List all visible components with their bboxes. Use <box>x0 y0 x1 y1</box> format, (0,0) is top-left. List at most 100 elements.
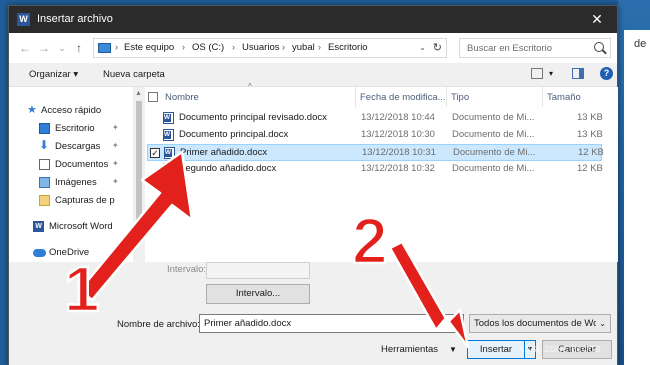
sidebar-item-quick-access[interactable]: ★ Acceso rápido <box>9 102 129 120</box>
navigation-pane: ★ Acceso rápido Escritorio ✦ ⬇ Descargas… <box>9 87 133 262</box>
search-placeholder: Buscar en Escritorio <box>467 43 553 54</box>
file-size: 13 KB <box>577 112 603 123</box>
file-type: Documento de Mi... <box>452 129 535 140</box>
refresh-icon[interactable]: ↻ <box>433 41 442 54</box>
column-divider[interactable] <box>542 87 543 107</box>
sidebar-item-label: Microsoft Word <box>49 221 113 232</box>
breadcrumb-this-pc[interactable]: Este equipo <box>124 42 174 53</box>
breadcrumb-separator: › <box>182 42 185 52</box>
star-icon: ★ <box>27 104 37 116</box>
file-row[interactable]: Documento principal.docx 13/12/2018 10:3… <box>147 127 603 144</box>
word-document-icon <box>163 129 174 141</box>
file-date: 13/12/2018 10:44 <box>361 112 435 123</box>
tools-button[interactable]: Herramientas <box>381 344 438 355</box>
breadcrumb-desktop[interactable]: Escritorio <box>328 42 368 53</box>
folder-icon <box>39 195 50 206</box>
pin-icon: ✦ <box>112 177 119 186</box>
column-size[interactable]: Tamaño <box>547 92 581 103</box>
column-type[interactable]: Tipo <box>451 92 469 103</box>
tools-dropdown-icon[interactable]: ▼ <box>449 345 457 354</box>
breadcrumb-users[interactable]: Usuarios <box>242 42 280 53</box>
back-arrow-icon[interactable]: ← <box>18 41 32 55</box>
watermark: ADSL ZONE BLOGS <box>519 345 602 354</box>
organize-button[interactable]: Organizar ▾ <box>29 69 78 80</box>
file-type-filter[interactable]: Todos los documentos de Word ⌄ <box>469 314 611 333</box>
dialog-footer: Intervalo: Intervalo... Nombre de archiv… <box>9 262 617 365</box>
row-checkbox[interactable]: ✓ <box>150 148 160 158</box>
step-number-1: 1 <box>63 252 101 327</box>
pin-icon: ✦ <box>112 141 119 150</box>
scroll-up-icon[interactable]: ▲ <box>135 90 142 97</box>
file-name: Segundo añadido.docx <box>179 163 277 174</box>
command-bar: Organizar ▾ Nueva carpeta ▾ ? <box>9 63 617 87</box>
recent-locations-dropdown-icon[interactable]: ⌄ <box>55 41 69 55</box>
address-dropdown-icon[interactable]: ⌄ <box>419 43 426 52</box>
file-row-selected[interactable]: ✓ Primer añadido.docx 13/12/2018 10:31 D… <box>147 144 604 161</box>
sidebar-scrollbar[interactable]: ▲ <box>133 87 145 262</box>
onedrive-icon <box>33 249 46 257</box>
up-arrow-icon[interactable]: ↑ <box>72 41 86 55</box>
column-date[interactable]: Fecha de modifica... <box>360 92 446 103</box>
sidebar-item-label: Escritorio <box>55 123 95 134</box>
close-icon[interactable]: ✕ <box>577 6 617 33</box>
breadcrumb-separator: › <box>232 42 235 52</box>
column-divider[interactable] <box>446 87 447 107</box>
file-name: Primer añadido.docx <box>180 147 268 158</box>
navigation-bar: ← → ⌄ ↑ › Este equipo › OS (C:) › Usuari… <box>9 33 617 63</box>
sidebar-item-microsoft-word[interactable]: W Microsoft Word <box>9 218 129 236</box>
sort-caret-icon: ^ <box>248 82 252 91</box>
view-options-dropdown-icon[interactable]: ▾ <box>549 69 553 78</box>
file-date: 13/12/2018 10:32 <box>361 163 435 174</box>
file-row[interactable]: Segundo añadido.docx 13/12/2018 10:32 Do… <box>147 161 603 178</box>
word-icon: W <box>33 221 44 232</box>
sidebar-item-label: Capturas de p <box>55 195 115 206</box>
range-button[interactable]: Intervalo... <box>206 284 310 304</box>
breadcrumb-separator: › <box>318 42 321 52</box>
preview-pane-icon[interactable] <box>572 68 584 79</box>
file-size: 13 KB <box>577 129 603 140</box>
pictures-icon <box>39 177 50 188</box>
chevron-down-icon: ⌄ <box>599 319 606 328</box>
file-type: Documento de Mi... <box>452 163 535 174</box>
file-row[interactable]: Documento principal revisado.docx 13/12/… <box>147 110 603 127</box>
desktop-icon <box>39 123 50 134</box>
new-folder-button[interactable]: Nueva carpeta <box>103 69 165 80</box>
column-divider[interactable] <box>355 87 356 107</box>
insert-button[interactable]: Insertar <box>467 340 525 359</box>
desktop-background: de <box>618 0 650 365</box>
title-bar: W Insertar archivo ✕ <box>9 6 617 33</box>
address-bar[interactable]: › Este equipo › OS (C:) › Usuarios › yub… <box>93 38 447 58</box>
search-input[interactable]: Buscar en Escritorio <box>459 38 611 58</box>
file-date: 13/12/2018 10:30 <box>361 129 435 140</box>
file-size: 12 KB <box>578 147 604 158</box>
this-pc-icon <box>98 43 111 53</box>
column-name[interactable]: Nombre <box>165 92 199 103</box>
sidebar-item-screenshots[interactable]: Capturas de p <box>9 192 129 210</box>
change-view-icon[interactable] <box>531 68 543 79</box>
help-icon[interactable]: ? <box>600 67 613 80</box>
sidebar-item-documents[interactable]: Documentos ✦ <box>9 156 129 174</box>
sidebar-item-label: Acceso rápido <box>41 105 102 116</box>
background-text: de <box>634 38 647 50</box>
scrollbar-thumb[interactable] <box>136 101 142 221</box>
filename-input[interactable]: Primer añadido.docx <box>199 314 464 333</box>
sidebar-item-downloads[interactable]: ⬇ Descargas ✦ <box>9 138 129 156</box>
file-type-filter-value: Todos los documentos de Word <box>474 318 596 329</box>
step-number-2: 2 <box>351 204 389 279</box>
sidebar-item-label: Descargas <box>55 141 101 152</box>
forward-arrow-icon[interactable]: → <box>37 41 51 55</box>
select-all-checkbox[interactable] <box>148 92 158 102</box>
sidebar-item-desktop[interactable]: Escritorio ✦ <box>9 120 129 138</box>
range-label: Intervalo: <box>167 264 207 275</box>
sidebar-item-label: Imágenes <box>55 177 97 188</box>
file-name: Documento principal revisado.docx <box>179 112 327 123</box>
window-title: Insertar archivo <box>37 13 113 25</box>
word-document-icon <box>164 147 175 159</box>
sidebar-item-pictures[interactable]: Imágenes ✦ <box>9 174 129 192</box>
column-header: ^ Nombre Fecha de modifica... Tipo Tamañ… <box>145 82 618 107</box>
pin-icon: ✦ <box>112 159 119 168</box>
breadcrumb-os-drive[interactable]: OS (C:) <box>192 42 224 53</box>
file-name: Documento principal.docx <box>179 129 289 140</box>
filename-label: Nombre de archivo: <box>117 319 200 330</box>
breadcrumb-yubal[interactable]: yubal <box>292 42 315 53</box>
